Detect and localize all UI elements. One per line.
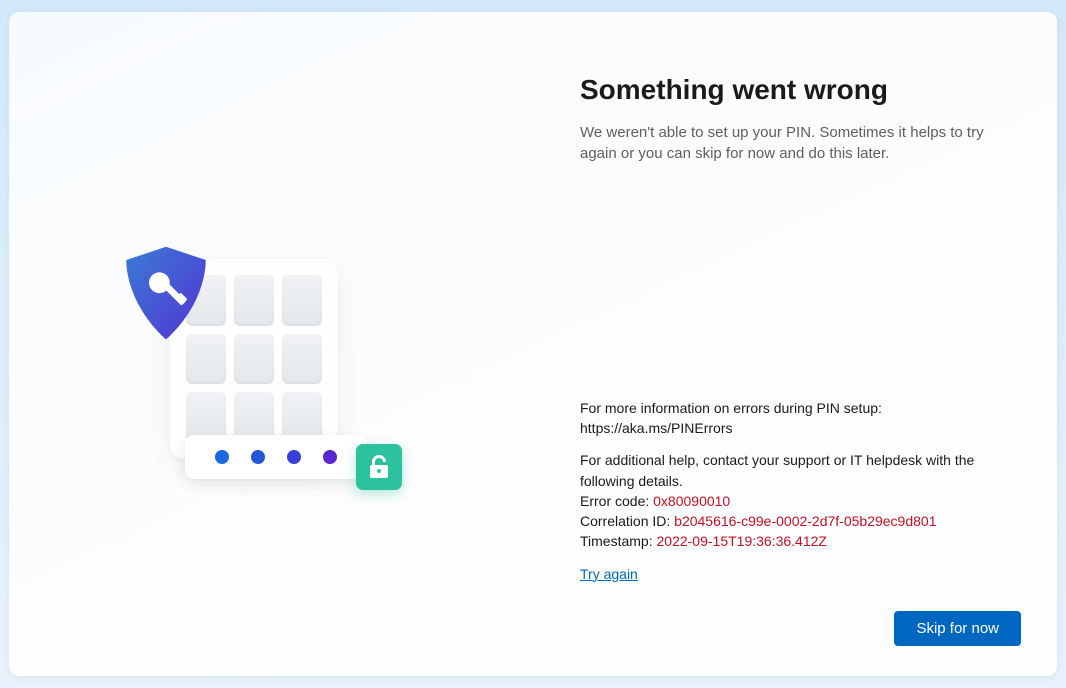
timestamp-value: 2022-09-15T19:36:36.412Z	[657, 533, 827, 549]
error-info-block: For more information on errors during PI…	[580, 398, 1003, 584]
page-subtitle: We weren't able to set up your PIN. Some…	[580, 122, 1003, 164]
correlation-id-label: Correlation ID:	[580, 513, 674, 529]
keypad-key	[234, 334, 274, 385]
pin-illustration	[117, 229, 427, 489]
pin-dot	[287, 450, 301, 464]
help-text: For additional help, contact your suppor…	[580, 450, 1003, 491]
pin-dot	[323, 450, 337, 464]
more-info-label: For more information on errors during PI…	[580, 398, 1003, 418]
correlation-id-value: b2045616-c99e-0002-2d7f-05b29ec9d801	[674, 513, 936, 529]
keypad-key	[234, 275, 274, 326]
pin-dots-graphic	[185, 435, 367, 479]
unlock-icon	[356, 444, 402, 490]
more-info-url: https://aka.ms/PINErrors	[580, 418, 1003, 438]
content-pane: Something went wrong We weren't able to …	[534, 12, 1057, 676]
keypad-key	[282, 275, 322, 326]
dialog-card: Something went wrong We weren't able to …	[9, 12, 1057, 676]
pin-dot	[251, 450, 265, 464]
illustration-pane	[9, 12, 534, 676]
keypad-key	[282, 334, 322, 385]
try-again-link[interactable]: Try again	[580, 564, 638, 584]
skip-button[interactable]: Skip for now	[894, 611, 1021, 646]
shield-key-icon	[117, 243, 215, 347]
page-title: Something went wrong	[580, 74, 1003, 106]
error-code-value: 0x80090010	[653, 493, 730, 509]
timestamp-label: Timestamp:	[580, 533, 657, 549]
error-code-label: Error code:	[580, 493, 653, 509]
pin-dot	[215, 450, 229, 464]
